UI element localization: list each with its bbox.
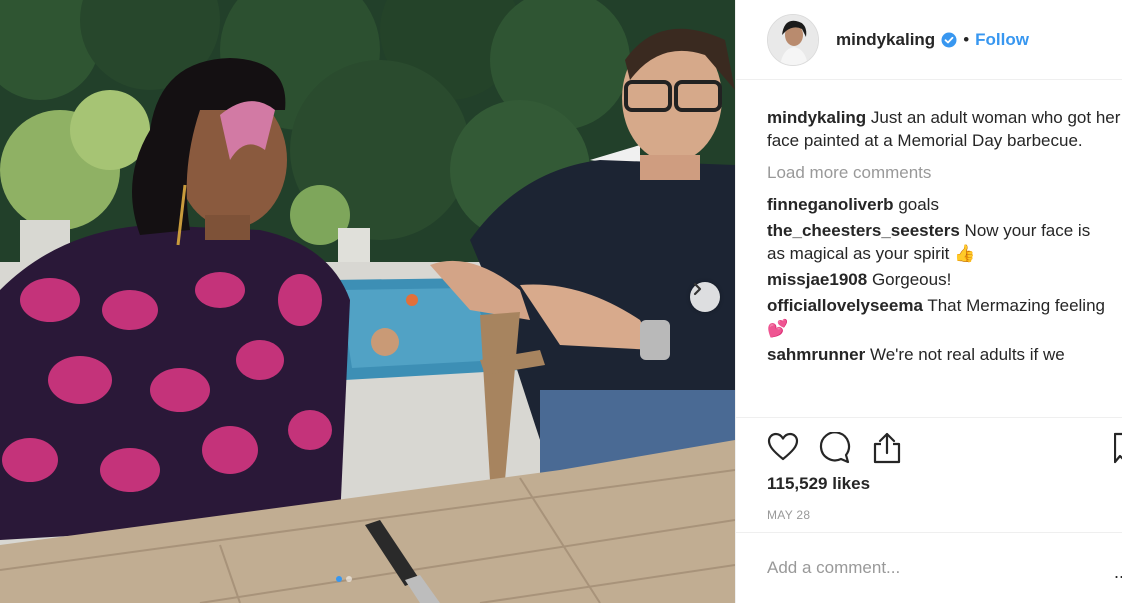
carousel-indicator bbox=[336, 576, 352, 582]
comment-username[interactable]: officiallovelyseema bbox=[767, 296, 923, 315]
comment-text: goals bbox=[898, 195, 939, 214]
bookmark-icon[interactable] bbox=[1114, 432, 1122, 464]
avatar-image bbox=[768, 14, 818, 65]
comment-item: missjae1908 Gorgeous! bbox=[767, 268, 1122, 291]
comment-item: officiallovelyseema That Mermazing feeli… bbox=[767, 294, 1122, 340]
caption-username[interactable]: mindykaling bbox=[767, 108, 866, 127]
comment-username[interactable]: sahmrunner bbox=[767, 345, 865, 364]
load-more-comments-button[interactable]: Load more comments bbox=[767, 161, 1122, 184]
avatar[interactable] bbox=[767, 13, 819, 66]
post-username[interactable]: mindykaling bbox=[836, 30, 935, 50]
comment-username[interactable]: finneganoliverb bbox=[767, 195, 894, 214]
comment-text: Gorgeous! bbox=[871, 270, 952, 289]
comments-list[interactable]: mindykaling Just an adult woman who got … bbox=[767, 106, 1122, 416]
post-date: MAY 28 bbox=[767, 508, 811, 522]
likes-count[interactable]: 115,529 likes bbox=[767, 474, 870, 494]
comment-item: the_cheesters_seesters Now your face is … bbox=[767, 219, 1122, 265]
photo-illustration bbox=[0, 0, 735, 603]
follow-button[interactable]: Follow bbox=[975, 30, 1029, 50]
comment-text: That Mermazing feeling bbox=[927, 296, 1105, 315]
header-separator: • bbox=[963, 29, 970, 49]
comment-icon[interactable] bbox=[819, 432, 851, 464]
heart-icon[interactable] bbox=[767, 432, 799, 462]
share-icon[interactable] bbox=[871, 432, 903, 464]
post-photo[interactable] bbox=[0, 0, 735, 603]
action-bar bbox=[736, 417, 1122, 477]
more-options-button[interactable]: ... bbox=[1114, 562, 1122, 583]
thumbs-up-emoji: 👍 bbox=[954, 244, 976, 263]
comment-text: We're not real adults if we bbox=[869, 345, 1065, 364]
add-comment-section: ... bbox=[736, 532, 1122, 603]
post-side-panel: mindykaling • Follow mindykaling Just an… bbox=[735, 0, 1122, 603]
carousel-dot bbox=[346, 576, 352, 582]
post-header: mindykaling • Follow bbox=[736, 0, 1122, 80]
comment-item: finneganoliverb goals bbox=[767, 193, 1122, 216]
comment-username[interactable]: missjae1908 bbox=[767, 270, 867, 289]
hearts-emoji: 💕 bbox=[767, 319, 789, 338]
add-comment-input[interactable] bbox=[767, 555, 1087, 581]
next-photo-button[interactable] bbox=[690, 282, 720, 312]
comment-username[interactable]: the_cheesters_seesters bbox=[767, 221, 960, 240]
verified-badge-icon bbox=[941, 32, 957, 47]
carousel-dot-active bbox=[336, 576, 342, 582]
post-caption: mindykaling Just an adult woman who got … bbox=[767, 106, 1122, 152]
comment-item: sahmrunner We're not real adults if we bbox=[767, 343, 1122, 366]
chevron-right-icon bbox=[693, 282, 702, 296]
